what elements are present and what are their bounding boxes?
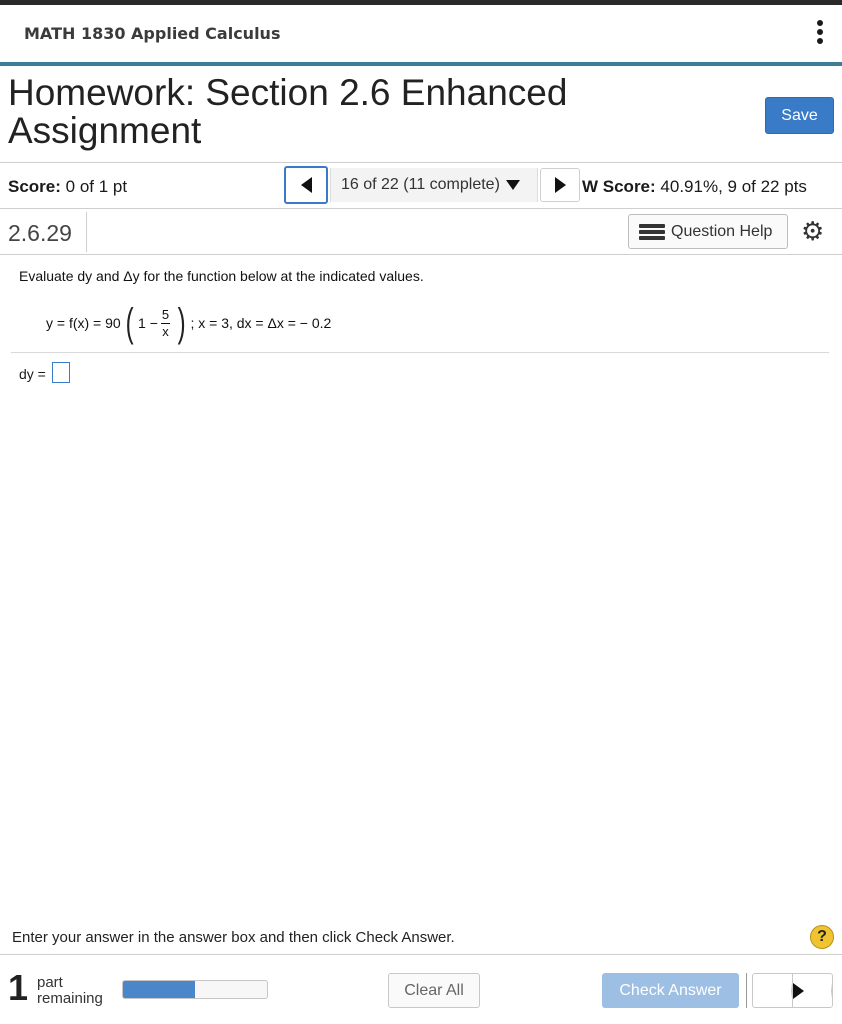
question-selector[interactable]: 16 of 22 (11 complete) bbox=[330, 168, 538, 202]
divider bbox=[746, 973, 747, 1008]
fraction-denominator: x bbox=[162, 323, 169, 339]
hw-score-label: W Score: bbox=[582, 177, 656, 196]
dy-answer-input[interactable] bbox=[52, 362, 70, 383]
divider bbox=[0, 162, 842, 163]
formula-one-minus: 1 − bbox=[138, 315, 158, 331]
score-display: Score: 0 of 1 pt bbox=[8, 177, 127, 197]
list-icon bbox=[639, 223, 665, 241]
accent-rule bbox=[0, 62, 842, 66]
parts-text-line1: part bbox=[37, 974, 63, 991]
part-navigation bbox=[752, 973, 833, 1008]
parts-remaining-text: part remaining bbox=[37, 975, 103, 1007]
question-help-label: Question Help bbox=[671, 222, 773, 240]
function-formula: y = f(x) = 90 ( 1 − 5 x ) ; x = 3, dx = … bbox=[46, 300, 331, 346]
question-number: 2.6.29 bbox=[8, 220, 72, 246]
hw-score-value: 40.91%, 9 of 22 pts bbox=[660, 177, 807, 196]
divider bbox=[86, 212, 87, 252]
fraction-numerator: 5 bbox=[160, 306, 171, 324]
course-title: MATH 1830 Applied Calculus bbox=[24, 24, 281, 43]
arrow-right-icon bbox=[554, 177, 566, 193]
save-button[interactable]: Save bbox=[765, 97, 834, 134]
question-selector-label: 16 of 22 (11 complete) bbox=[341, 176, 500, 193]
score-value: 0 of 1 pt bbox=[65, 177, 128, 196]
close-paren: ) bbox=[177, 301, 186, 345]
next-part-button[interactable] bbox=[793, 974, 832, 1007]
hw-score-display: W Score: 40.91%, 9 of 22 pts bbox=[582, 177, 807, 197]
answer-label: dy = bbox=[19, 366, 46, 382]
formula-lhs: y = f(x) = 90 bbox=[46, 315, 121, 331]
parts-remaining-count: 1 bbox=[8, 967, 29, 1008]
arrow-left-icon bbox=[300, 177, 312, 193]
divider bbox=[0, 208, 842, 209]
question-help-button[interactable]: Question Help bbox=[628, 214, 788, 249]
question-instruction: Evaluate dy and Δy for the function belo… bbox=[19, 268, 424, 284]
top-border bbox=[0, 0, 842, 5]
score-label: Score: bbox=[8, 177, 61, 196]
previous-part-button[interactable] bbox=[753, 974, 793, 1007]
progress-fill bbox=[123, 981, 195, 998]
page-title: Homework: Section 2.6 Enhanced Assignmen… bbox=[8, 72, 568, 151]
next-question-button[interactable] bbox=[540, 168, 580, 202]
divider bbox=[0, 254, 842, 255]
arrow-left-icon bbox=[753, 982, 792, 999]
previous-question-button[interactable] bbox=[284, 166, 328, 204]
formula-conditions: ; x = 3, dx = Δx = − 0.2 bbox=[190, 315, 332, 331]
fraction: 5 x bbox=[160, 306, 171, 340]
more-options-icon[interactable] bbox=[814, 20, 826, 48]
divider bbox=[0, 954, 842, 955]
parts-text-line2: remaining bbox=[37, 990, 103, 1007]
check-answer-button[interactable]: Check Answer bbox=[602, 973, 739, 1008]
gear-icon[interactable]: ⚙ bbox=[801, 218, 824, 244]
arrow-right-icon bbox=[793, 982, 832, 999]
divider bbox=[11, 352, 829, 353]
clear-all-button[interactable]: Clear All bbox=[388, 973, 480, 1008]
help-icon[interactable]: ? bbox=[810, 925, 834, 949]
footer-instruction: Enter your answer in the answer box and … bbox=[12, 929, 455, 946]
progress-bar bbox=[122, 980, 268, 999]
open-paren: ( bbox=[125, 301, 134, 345]
dropdown-caret-icon bbox=[505, 180, 520, 190]
